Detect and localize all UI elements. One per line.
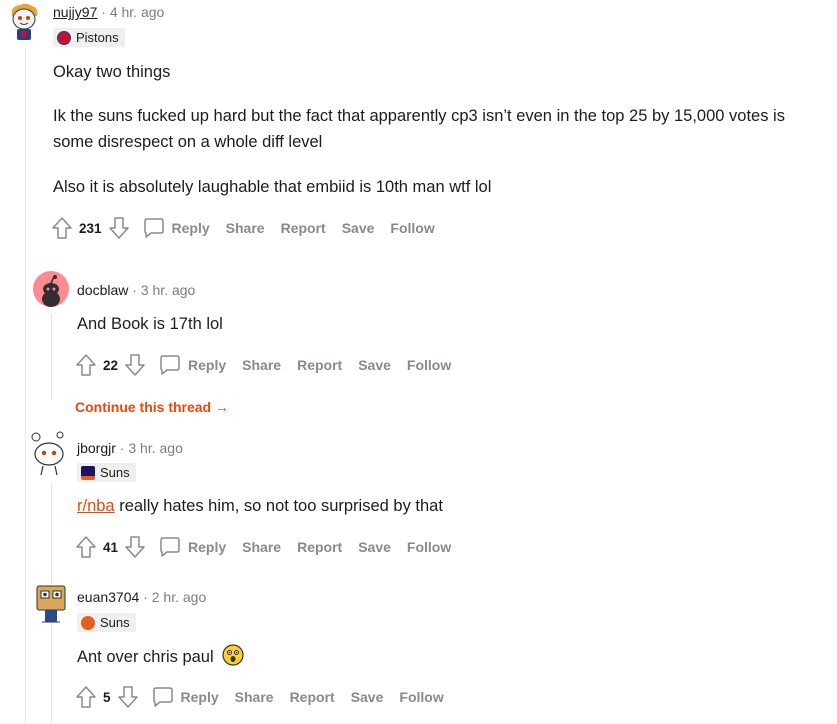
arrow-right-icon: → [215,399,230,415]
reply-icon[interactable] [158,353,182,377]
vote-count: 22 [103,357,119,373]
comment-paragraph: Also it is absolutely laughable that emb… [53,178,492,196]
report-button[interactable]: Report [297,539,342,555]
avatar[interactable] [33,271,69,307]
upvote-button[interactable] [51,216,73,240]
thread-line[interactable] [51,314,52,400]
upvote-button[interactable] [75,685,97,709]
comment-paragraph: r/nba really hates him, so not too surpr… [77,493,443,519]
comment-meta: euan3704 · 2 hr. ago [77,589,206,605]
share-button[interactable]: Share [235,689,274,705]
downvote-button[interactable] [108,216,130,240]
comment-meta: nujjy97 · 4 hr. ago [53,4,164,20]
comment-text: Ant over chris paul [77,648,214,666]
flair-label: Suns [100,465,130,480]
timestamp[interactable]: 3 hr. ago [128,440,183,456]
reply-button[interactable]: Reply [188,357,226,373]
report-button[interactable]: Report [290,689,335,705]
upvote-button[interactable] [75,353,97,377]
comment-text: really hates him, so not too surprised b… [114,497,443,515]
suns-basketball-icon [81,615,95,630]
separator: · [132,282,137,298]
timestamp[interactable]: 4 hr. ago [110,4,165,20]
downvote-button[interactable] [124,535,146,559]
vote-count: 41 [103,539,119,555]
reply-button[interactable]: Reply [181,689,219,705]
comment-meta: docblaw · 3 hr. ago [77,282,195,298]
flair-label: Pistons [76,30,119,45]
pistons-logo-icon [57,30,71,45]
follow-button[interactable]: Follow [399,689,443,705]
comment-actions: 41 Reply Share Report Save Follow [75,533,467,561]
save-button[interactable]: Save [342,220,375,236]
username[interactable]: nujjy97 [53,4,97,20]
follow-button[interactable]: Follow [390,220,434,236]
vote-count: 5 [103,689,111,705]
subreddit-link[interactable]: r/nba [77,497,115,515]
continue-thread-label: Continue this thread [75,399,212,415]
report-button[interactable]: Report [281,220,326,236]
username[interactable]: euan3704 [77,589,139,605]
timestamp[interactable]: 3 hr. ago [141,282,196,298]
separator: · [101,4,106,20]
save-button[interactable]: Save [351,689,384,705]
comment-actions: 231 Reply Share Report Save Follow [51,214,451,242]
user-flair: Suns [77,463,136,482]
comment-paragraph: Okay two things [53,63,171,81]
reply-button[interactable]: Reply [172,220,210,236]
comment-paragraph: Ik the suns fucked up hard but the fact … [53,107,785,151]
vote-count: 231 [79,220,102,236]
suns-logo-icon [81,465,95,480]
flair-label: Suns [100,615,130,630]
reply-icon[interactable] [158,535,182,559]
upvote-button[interactable] [75,535,97,559]
shocked-face-emoji-icon [222,644,244,666]
timestamp[interactable]: 2 hr. ago [152,589,207,605]
user-flair: Suns [77,613,136,632]
comment-actions: 22 Reply Share Report Save Follow [75,351,467,379]
comment-actions: 5 Reply Share Report Save Follow [75,683,460,711]
avatar[interactable] [32,580,70,626]
save-button[interactable]: Save [358,357,391,373]
share-button[interactable]: Share [242,539,281,555]
thread-line[interactable] [25,48,26,724]
save-button[interactable]: Save [358,539,391,555]
reply-button[interactable]: Reply [188,539,226,555]
reply-icon[interactable] [151,685,175,709]
separator: · [143,589,148,605]
comment-paragraph: Ant over chris paul [77,644,244,670]
avatar[interactable] [30,430,68,476]
downvote-button[interactable] [117,685,139,709]
share-button[interactable]: Share [226,220,265,236]
follow-button[interactable]: Follow [407,357,451,373]
comment-paragraph: And Book is 17th lol [77,315,223,333]
avatar[interactable] [6,2,42,42]
comment-meta: jborgjr · 3 hr. ago [77,440,183,456]
follow-button[interactable]: Follow [407,539,451,555]
share-button[interactable]: Share [242,357,281,373]
continue-thread-link[interactable]: Continue this thread → [75,399,229,415]
separator: · [119,440,125,456]
reply-icon[interactable] [142,216,166,240]
downvote-button[interactable] [124,353,146,377]
user-flair: Pistons [53,28,125,47]
report-button[interactable]: Report [297,357,342,373]
username[interactable]: docblaw [77,282,128,298]
username[interactable]: jborgjr [77,440,116,456]
